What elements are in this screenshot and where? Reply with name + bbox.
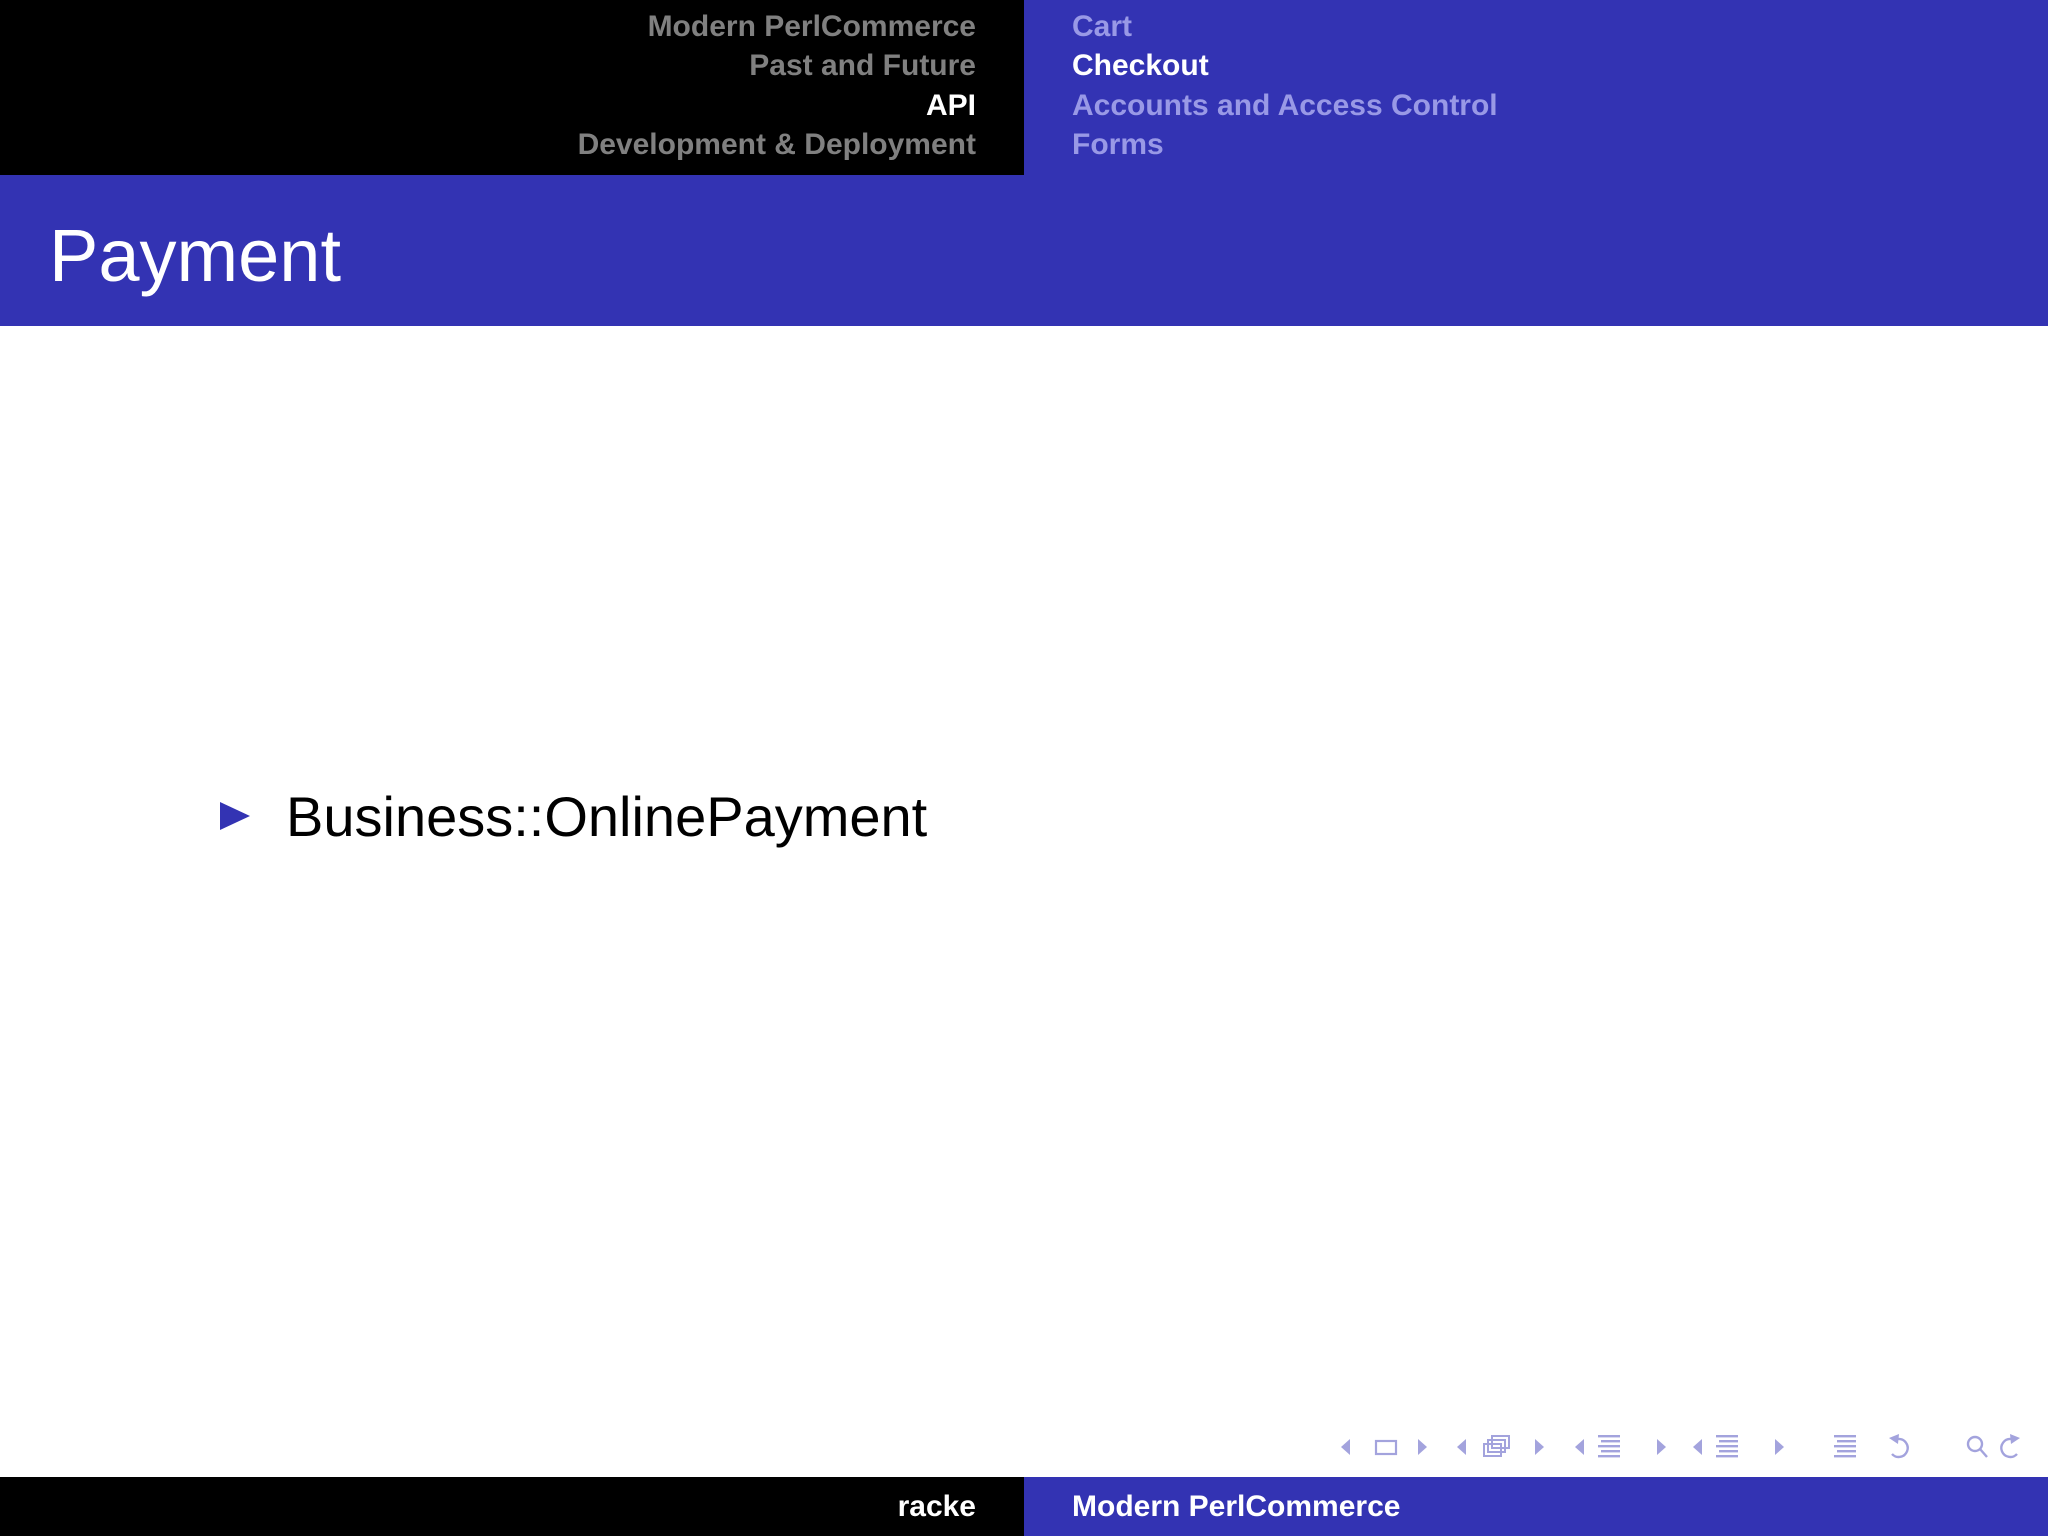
bullet-triangle-icon xyxy=(220,802,250,830)
bullet-item: Business::OnlinePayment xyxy=(218,781,927,851)
section-list: Modern PerlCommerce Past and Future API … xyxy=(578,7,976,164)
frame-title: Payment xyxy=(49,214,342,297)
previous-subsection-icon[interactable] xyxy=(1575,1439,1584,1455)
footer-title: Modern PerlCommerce xyxy=(1072,1490,1401,1523)
frame-title-bar: Payment xyxy=(0,175,2048,326)
next-frame-icon[interactable] xyxy=(1535,1439,1544,1455)
section-item-development-deployment[interactable]: Development & Deployment xyxy=(578,125,976,164)
footer-title-bar: Modern PerlCommerce xyxy=(1024,1477,2048,1536)
bullet-list: Business::OnlinePayment xyxy=(218,781,927,851)
forward-icon[interactable] xyxy=(2000,1434,2020,1459)
subsection-item-forms[interactable]: Forms xyxy=(1072,125,1498,164)
previous-slide-icon[interactable] xyxy=(1341,1439,1350,1455)
search-icon[interactable] xyxy=(1966,1435,1988,1458)
previous-frame-icon[interactable] xyxy=(1457,1439,1466,1455)
section-item-past-and-future[interactable]: Past and Future xyxy=(578,46,976,85)
document-icon[interactable] xyxy=(1834,1435,1856,1458)
subsection-item-cart[interactable]: Cart xyxy=(1072,7,1498,46)
footer-author: racke xyxy=(897,1490,976,1523)
section-navigation: Modern PerlCommerce Past and Future API … xyxy=(0,0,1024,175)
navigation-symbols xyxy=(1336,1430,2036,1464)
section-item-api[interactable]: API xyxy=(578,86,976,125)
footer-author-bar: racke xyxy=(0,1477,1024,1536)
bullet-text: Business::OnlinePayment xyxy=(286,784,928,848)
section-item-modern-perlcommerce[interactable]: Modern PerlCommerce xyxy=(578,7,976,46)
next-section-icon[interactable] xyxy=(1775,1439,1784,1455)
next-slide-icon[interactable] xyxy=(1418,1439,1427,1455)
section-icon[interactable] xyxy=(1716,1435,1738,1458)
next-subsection-icon[interactable] xyxy=(1657,1439,1666,1455)
subsection-icon[interactable] xyxy=(1598,1435,1620,1458)
subsection-navigation: Cart Checkout Accounts and Access Contro… xyxy=(1024,0,2048,175)
back-icon[interactable] xyxy=(1889,1434,1909,1459)
previous-section-icon[interactable] xyxy=(1693,1439,1702,1455)
slide: Modern PerlCommerce Past and Future API … xyxy=(0,0,2048,1536)
frame-icon[interactable] xyxy=(1483,1435,1510,1457)
subsection-item-accounts-access-control[interactable]: Accounts and Access Control xyxy=(1072,86,1498,125)
subsection-item-checkout[interactable]: Checkout xyxy=(1072,46,1498,85)
slide-icon[interactable] xyxy=(1374,1439,1398,1456)
subsection-list: Cart Checkout Accounts and Access Contro… xyxy=(1072,7,1498,164)
